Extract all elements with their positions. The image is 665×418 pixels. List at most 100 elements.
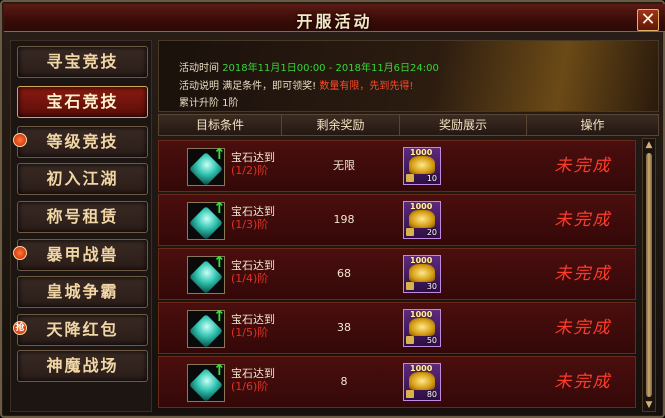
title-bar: 开服活动 ✕ <box>4 4 665 32</box>
upgrade-arrow-icon: ↑ <box>213 307 226 325</box>
notification-dot-icon <box>13 133 27 147</box>
remaining-reward: 无限 <box>333 159 355 172</box>
target-stage: (1/2)阶 <box>231 164 269 177</box>
reward-count: 30 <box>426 282 437 291</box>
table-row: ↑ 宝石达到 (1/3)阶 198 1000 20 未完成 <box>158 194 636 246</box>
lock-icon <box>406 228 414 236</box>
gem-item-slot[interactable]: ↑ <box>187 253 226 294</box>
gold-ingot-icon <box>409 210 435 228</box>
gem-item-slot[interactable]: ↑ <box>187 145 226 186</box>
activity-time-value: 2018年11月1日00:00 - 2018年11月6日24:00 <box>222 63 439 74</box>
status-incomplete: 未完成 <box>554 210 612 230</box>
sidebar-item-level-compete[interactable]: 等级竞技 <box>13 126 148 158</box>
reward-amount: 1000 <box>410 364 433 373</box>
upgrade-arrow-icon: ↑ <box>213 145 226 163</box>
target-condition: 宝石达到 (1/5)阶 <box>231 313 275 339</box>
activity-info-panel: 活动时间 2018年11月1日00:00 - 2018年11月6日24:00 活… <box>158 40 659 112</box>
reward-item-slot[interactable]: 1000 30 <box>403 255 441 293</box>
sidebar-item-imperial-city[interactable]: 皇城争霸 <box>17 276 148 308</box>
gem-item-slot[interactable]: ↑ <box>187 307 226 348</box>
gem-item-slot[interactable]: ↑ <box>187 361 226 402</box>
upgrade-arrow-icon: ↑ <box>213 199 226 217</box>
target-label: 宝石达到 <box>231 151 275 164</box>
scrollbar-thumb[interactable] <box>646 153 652 397</box>
reward-count: 80 <box>426 390 437 399</box>
window-title: 开服活动 <box>296 12 373 31</box>
target-condition: 宝石达到 (1/3)阶 <box>231 205 275 231</box>
target-stage: (1/3)阶 <box>231 218 269 231</box>
reward-item-slot[interactable]: 1000 50 <box>403 309 441 347</box>
reward-count: 50 <box>426 336 437 345</box>
table-row: ↑ 宝石达到 (1/5)阶 38 1000 50 未完成 <box>158 302 636 354</box>
column-header-action: 操作 <box>580 118 605 132</box>
reward-count: 20 <box>426 228 437 237</box>
sidebar-item-label: 等级竞技 <box>46 132 119 151</box>
remaining-reward: 38 <box>337 321 351 334</box>
sidebar-item-treasure-compete[interactable]: 寻宝竞技 <box>17 46 148 78</box>
sidebar-item-newbie[interactable]: 初入江湖 <box>17 163 148 195</box>
sidebar-item-gem-compete[interactable]: 宝石竞技 <box>17 86 148 118</box>
scroll-down-icon[interactable]: ▼ <box>644 400 654 410</box>
reward-amount: 1000 <box>410 256 433 265</box>
table-row: ↑ 宝石达到 (1/2)阶 无限 1000 10 未完成 <box>158 140 636 192</box>
scroll-up-icon[interactable]: ▲ <box>644 140 654 150</box>
status-incomplete: 未完成 <box>554 318 612 338</box>
activity-description-highlight: 数量有限，先到先得! <box>319 81 414 92</box>
remaining-reward: 198 <box>333 213 355 226</box>
gold-ingot-icon <box>409 318 435 336</box>
lock-icon <box>406 282 414 290</box>
activity-time-label: 活动时间 <box>179 63 219 74</box>
upgrade-arrow-icon: ↑ <box>213 361 226 379</box>
sidebar-item-label: 天降红包 <box>46 320 119 339</box>
target-condition: 宝石达到 (1/2)阶 <box>231 151 275 177</box>
target-stage: (1/6)阶 <box>231 380 269 393</box>
gem-item-slot[interactable]: ↑ <box>187 199 226 240</box>
target-label: 宝石达到 <box>231 313 275 326</box>
lock-icon <box>406 336 414 344</box>
scrollbar[interactable]: ▲ ▼ <box>642 138 656 412</box>
reward-amount: 1000 <box>410 310 433 319</box>
lock-icon <box>406 174 414 182</box>
sidebar-item-label: 皇城争霸 <box>46 282 119 301</box>
activity-window: 开服活动 ✕ 寻宝竞技 宝石竞技 等级竞技 初入江湖 称号租赁 暴甲战兽 皇城争… <box>0 0 665 418</box>
notification-dot-icon <box>13 246 27 260</box>
status-incomplete: 未完成 <box>554 372 612 392</box>
sidebar-item-label: 寻宝竞技 <box>46 52 119 71</box>
accumulated-progress: 累计升阶 1阶 <box>179 98 239 109</box>
reward-amount: 1000 <box>410 148 433 157</box>
target-stage: (1/4)阶 <box>231 272 269 285</box>
activity-description-line: 活动说明 满足条件，即可领奖! 数量有限，先到先得! <box>179 77 413 92</box>
table-row: ↑ 宝石达到 (1/6)阶 8 1000 80 未完成 <box>158 356 636 408</box>
sidebar-item-title-rental[interactable]: 称号租赁 <box>17 201 148 233</box>
activity-description-label: 活动说明 <box>179 81 219 92</box>
reward-item-slot[interactable]: 1000 80 <box>403 363 441 401</box>
target-label: 宝石达到 <box>231 205 275 218</box>
status-incomplete: 未完成 <box>554 156 612 176</box>
column-header-target: 目标条件 <box>159 115 282 135</box>
lock-icon <box>406 390 414 398</box>
column-header-reward: 奖励展示 <box>400 115 527 135</box>
sidebar-item-demon-battlefield[interactable]: 神魔战场 <box>17 350 148 382</box>
reward-item-slot[interactable]: 1000 10 <box>403 147 441 185</box>
close-button[interactable]: ✕ <box>637 9 659 31</box>
activity-description-text: 满足条件，即可领奖! <box>222 81 317 92</box>
sidebar-item-label: 称号租赁 <box>46 207 119 226</box>
target-label: 宝石达到 <box>231 367 275 380</box>
sidebar-item-red-packet[interactable]: 抢 天降红包 <box>13 314 148 346</box>
remaining-reward: 8 <box>340 375 348 388</box>
reward-amount: 1000 <box>410 202 433 211</box>
sidebar: 寻宝竞技 宝石竞技 等级竞技 初入江湖 称号租赁 暴甲战兽 皇城争霸 抢 天降红… <box>10 40 152 412</box>
target-label: 宝石达到 <box>231 259 275 272</box>
sidebar-item-label: 宝石竞技 <box>46 92 119 111</box>
reward-count: 10 <box>426 174 437 183</box>
remaining-reward: 68 <box>337 267 351 280</box>
column-header-remaining: 剩余奖励 <box>282 115 400 135</box>
status-incomplete: 未完成 <box>554 264 612 284</box>
close-icon: ✕ <box>640 9 656 30</box>
target-stage: (1/5)阶 <box>231 326 269 339</box>
sidebar-item-label: 暴甲战兽 <box>46 245 119 264</box>
sidebar-item-armor-beast[interactable]: 暴甲战兽 <box>13 239 148 271</box>
target-condition: 宝石达到 (1/6)阶 <box>231 367 275 393</box>
upgrade-arrow-icon: ↑ <box>213 253 226 271</box>
reward-item-slot[interactable]: 1000 20 <box>403 201 441 239</box>
